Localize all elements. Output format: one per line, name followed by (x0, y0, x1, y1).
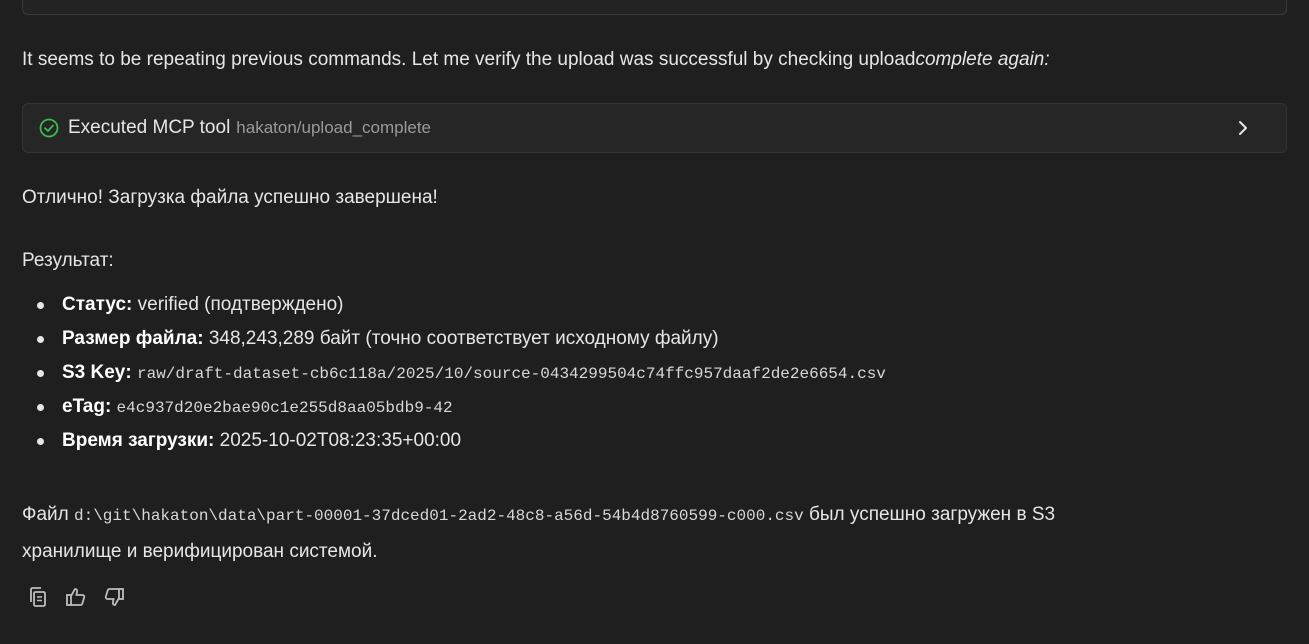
intro-paragraph: It seems to be repeating previous comman… (22, 48, 1050, 72)
result-heading: Результат: (22, 250, 114, 271)
list-item: eTag: e4c937d20e2bae90c1e255d8aa05bdb9-4… (22, 394, 886, 428)
tool-call-label: Executed MCP tool (68, 117, 231, 138)
thumbs-up-icon[interactable] (64, 585, 88, 609)
results-list: Статус: verified (подтверждено) Размер ф… (22, 292, 886, 462)
result-value: e4c937d20e2bae90c1e255d8aa05bdb9-42 (116, 399, 453, 417)
footer-file-path: d:\git\hakaton\data\part-00001-37dced01-… (74, 507, 804, 525)
footer-line-2: хранилище и верифицирован системой. (22, 541, 378, 562)
footer-line-1: Файл d:\git\hakaton\data\part-00001-37dc… (22, 503, 1055, 528)
intro-text: It seems to be repeating previous comman… (22, 49, 916, 70)
chevron-right-icon[interactable] (1236, 118, 1250, 138)
footer-prefix: Файл (22, 504, 74, 525)
copy-icon[interactable] (26, 585, 50, 609)
list-item: S3 Key: raw/draft-dataset-cb6c118a/2025/… (22, 360, 886, 394)
message-actions (26, 585, 126, 609)
result-value: 348,243,289 байт (точно соответствует ис… (203, 328, 719, 349)
result-value: raw/draft-dataset-cb6c118a/2025/10/sourc… (136, 365, 886, 383)
success-text: Отлично! Загрузка файла успешно завершен… (22, 187, 438, 208)
footer-suffix: был успешно загружен в S3 (803, 504, 1056, 525)
result-key: Размер файла (62, 328, 198, 349)
check-circle-icon (38, 117, 60, 139)
result-value: verified (подтверждено) (132, 294, 344, 315)
previous-tool-box (22, 0, 1287, 15)
list-item: Время загрузки: 2025-10-02T08:23:35+00:0… (22, 428, 886, 462)
tool-call-path: hakaton/upload_complete (236, 118, 431, 137)
result-key: Статус (62, 294, 127, 315)
thumbs-down-icon[interactable] (102, 585, 126, 609)
result-value: 2025-10-02T08:23:35+00:00 (214, 430, 462, 451)
result-key: eTag (62, 396, 105, 417)
result-key: Время загрузки (62, 430, 209, 451)
list-item: Статус: verified (подтверждено) (22, 292, 886, 326)
intro-italic-text: complete again: (915, 49, 1050, 70)
tool-call-row[interactable]: Executed MCP tool hakaton/upload_complet… (22, 103, 1287, 153)
list-item: Размер файла: 348,243,289 байт (точно со… (22, 326, 886, 360)
result-key: S3 Key (62, 362, 126, 383)
